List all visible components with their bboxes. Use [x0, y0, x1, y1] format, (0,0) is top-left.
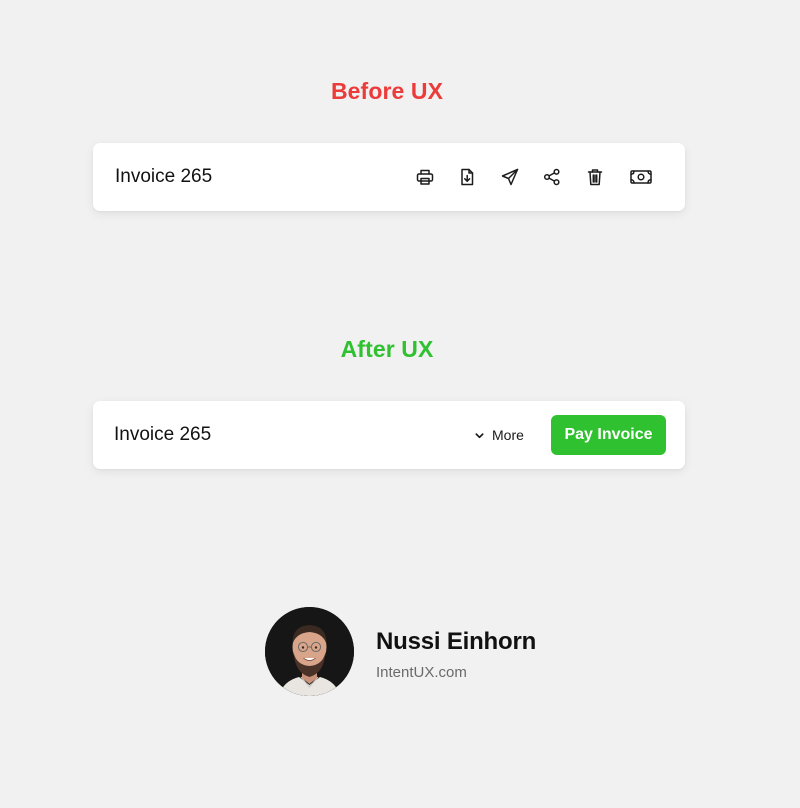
before-ux-heading: Before UX	[330, 78, 444, 104]
more-label: More	[492, 427, 524, 443]
money-icon	[630, 170, 652, 184]
invoice-title: Invoice 265	[114, 424, 212, 445]
pay-button[interactable]	[628, 165, 654, 189]
chevron-down-icon	[475, 432, 484, 438]
invoice-title: Invoice 265	[115, 166, 213, 187]
download-file-icon	[461, 168, 474, 186]
print-button[interactable]	[413, 165, 437, 189]
delete-button[interactable]	[583, 165, 607, 189]
printer-icon	[416, 169, 434, 185]
author-website: IntentUX.com	[376, 664, 467, 681]
download-button[interactable]	[455, 165, 479, 189]
author-photo	[265, 607, 354, 696]
invoice-header-before: Invoice 265	[93, 143, 685, 211]
author-name: Nussi Einhorn	[376, 628, 537, 655]
author-avatar	[265, 607, 354, 696]
after-ux-heading: After UX	[340, 336, 434, 362]
trash-icon	[587, 169, 603, 186]
send-button[interactable]	[498, 165, 522, 189]
share-button[interactable]	[540, 165, 564, 189]
send-icon	[501, 168, 519, 186]
share-icon	[543, 168, 560, 186]
more-dropdown-button[interactable]: More	[474, 423, 524, 447]
invoice-header-after: Invoice 265 More Pay Invoice	[93, 401, 685, 469]
pay-invoice-button[interactable]: Pay Invoice	[551, 415, 666, 455]
